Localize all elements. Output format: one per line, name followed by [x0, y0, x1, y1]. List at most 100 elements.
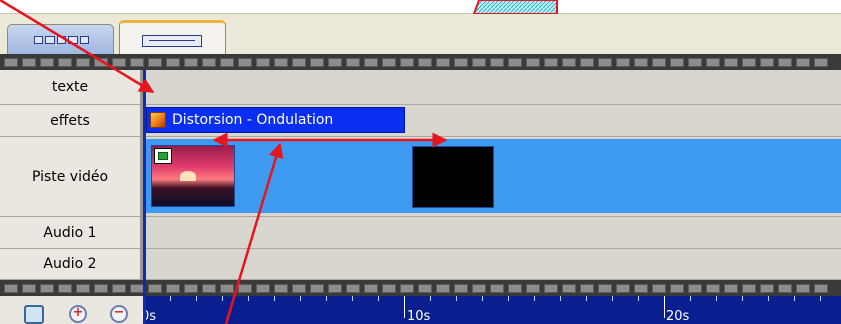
tab-storyboard[interactable]: [7, 24, 114, 55]
film-perforation: [292, 57, 306, 67]
film-perforation: [580, 283, 594, 293]
film-perforation: [40, 57, 54, 67]
ruler-minor-tick: [248, 296, 249, 301]
film-perforation: [526, 57, 540, 67]
film-strip-bottom: [0, 280, 841, 296]
film-perforation: [598, 283, 612, 293]
ruler-minor-tick: [638, 296, 639, 301]
film-perforation: [742, 57, 756, 67]
film-perforation: [634, 57, 648, 67]
video-clip-black[interactable]: [412, 146, 494, 208]
film-perforation: [40, 283, 54, 293]
film-perforation: [544, 57, 558, 67]
time-ruler[interactable]: 0s 10s 20s: [141, 296, 841, 324]
ruler-minor-tick: [534, 296, 535, 301]
ruler-minor-tick: [326, 296, 327, 301]
zoom-in-icon[interactable]: +: [69, 305, 87, 323]
film-perforation: [148, 57, 162, 67]
film-perforation: [778, 283, 792, 293]
ruler-minor-tick: [768, 296, 769, 301]
film-perforation: [94, 283, 108, 293]
film-perforation: [292, 283, 306, 293]
film-perforation: [652, 283, 666, 293]
film-perforation: [364, 283, 378, 293]
film-perforation: [796, 57, 810, 67]
track-label-audio1[interactable]: Audio 1: [0, 217, 140, 249]
film-perforation: [706, 57, 720, 67]
effect-clip-label: Distorsion - Ondulation: [172, 112, 334, 128]
transition-badge-icon[interactable]: [154, 148, 172, 164]
film-perforation: [562, 283, 576, 293]
ruler-minor-tick: [586, 296, 587, 301]
film-perforation: [364, 57, 378, 67]
film-perforation: [670, 57, 684, 67]
zoom-out-icon[interactable]: −: [110, 305, 128, 323]
film-perforation: [796, 283, 810, 293]
film-perforation: [220, 57, 234, 67]
film-perforation: [112, 57, 126, 67]
film-perforation: [418, 283, 432, 293]
film-perforation: [814, 57, 828, 67]
film-perforation: [220, 283, 234, 293]
film-perforation: [724, 283, 738, 293]
ruler-minor-tick: [820, 296, 821, 301]
film-perforation: [130, 57, 144, 67]
film-perforation: [202, 283, 216, 293]
ruler-label-20s: 20s: [666, 309, 690, 324]
film-perforation: [472, 283, 486, 293]
film-perforation: [616, 57, 630, 67]
film-perforation: [742, 283, 756, 293]
ruler-minor-tick: [456, 296, 457, 301]
ruler-minor-tick: [430, 296, 431, 301]
track-label-effects[interactable]: effets: [0, 105, 140, 137]
film-perforation: [166, 283, 180, 293]
ruler-minor-tick: [560, 296, 561, 301]
ruler-major-tick: [664, 296, 665, 318]
film-perforation: [130, 283, 144, 293]
film-perforation: [598, 57, 612, 67]
lane-audio2[interactable]: [144, 249, 841, 280]
film-strip-top: [0, 54, 841, 70]
fit-to-window-icon[interactable]: [24, 305, 44, 324]
film-perforation: [562, 57, 576, 67]
playhead[interactable]: [143, 70, 146, 324]
film-perforation: [202, 57, 216, 67]
film-perforation: [472, 57, 486, 67]
view-tab-strip: [0, 13, 841, 57]
track-label-video[interactable]: Piste vidéo: [0, 137, 140, 217]
film-perforation: [508, 283, 522, 293]
film-perforation: [670, 283, 684, 293]
film-perforation: [256, 57, 270, 67]
film-perforation: [688, 283, 702, 293]
film-perforation: [346, 57, 360, 67]
film-perforation: [814, 283, 828, 293]
film-perforation: [310, 57, 324, 67]
film-perforation: [274, 283, 288, 293]
film-perforation: [256, 283, 270, 293]
film-perforation: [112, 283, 126, 293]
film-perforation: [184, 283, 198, 293]
lane-text[interactable]: [144, 70, 841, 105]
film-perforation: [508, 57, 522, 67]
film-perforation: [580, 57, 594, 67]
film-perforation: [238, 283, 252, 293]
tab-timeline[interactable]: [119, 20, 226, 57]
film-perforation: [382, 57, 396, 67]
film-perforation: [382, 283, 396, 293]
film-perforation: [454, 283, 468, 293]
film-perforation: [436, 283, 450, 293]
film-perforation: [454, 57, 468, 67]
film-perforation: [184, 57, 198, 67]
ruler-minor-tick: [352, 296, 353, 301]
hatched-shape: [472, 0, 558, 14]
film-perforation: [166, 57, 180, 67]
lane-audio1[interactable]: [144, 217, 841, 249]
ruler-major-tick: [404, 296, 405, 318]
track-label-audio2[interactable]: Audio 2: [0, 249, 140, 280]
track-label-text[interactable]: texte: [0, 70, 140, 105]
ruler-minor-tick: [274, 296, 275, 301]
effect-clip[interactable]: Distorsion - Ondulation: [146, 107, 405, 133]
film-perforation: [400, 57, 414, 67]
ruler-label-10s: 10s: [407, 309, 431, 324]
film-perforation: [724, 57, 738, 67]
